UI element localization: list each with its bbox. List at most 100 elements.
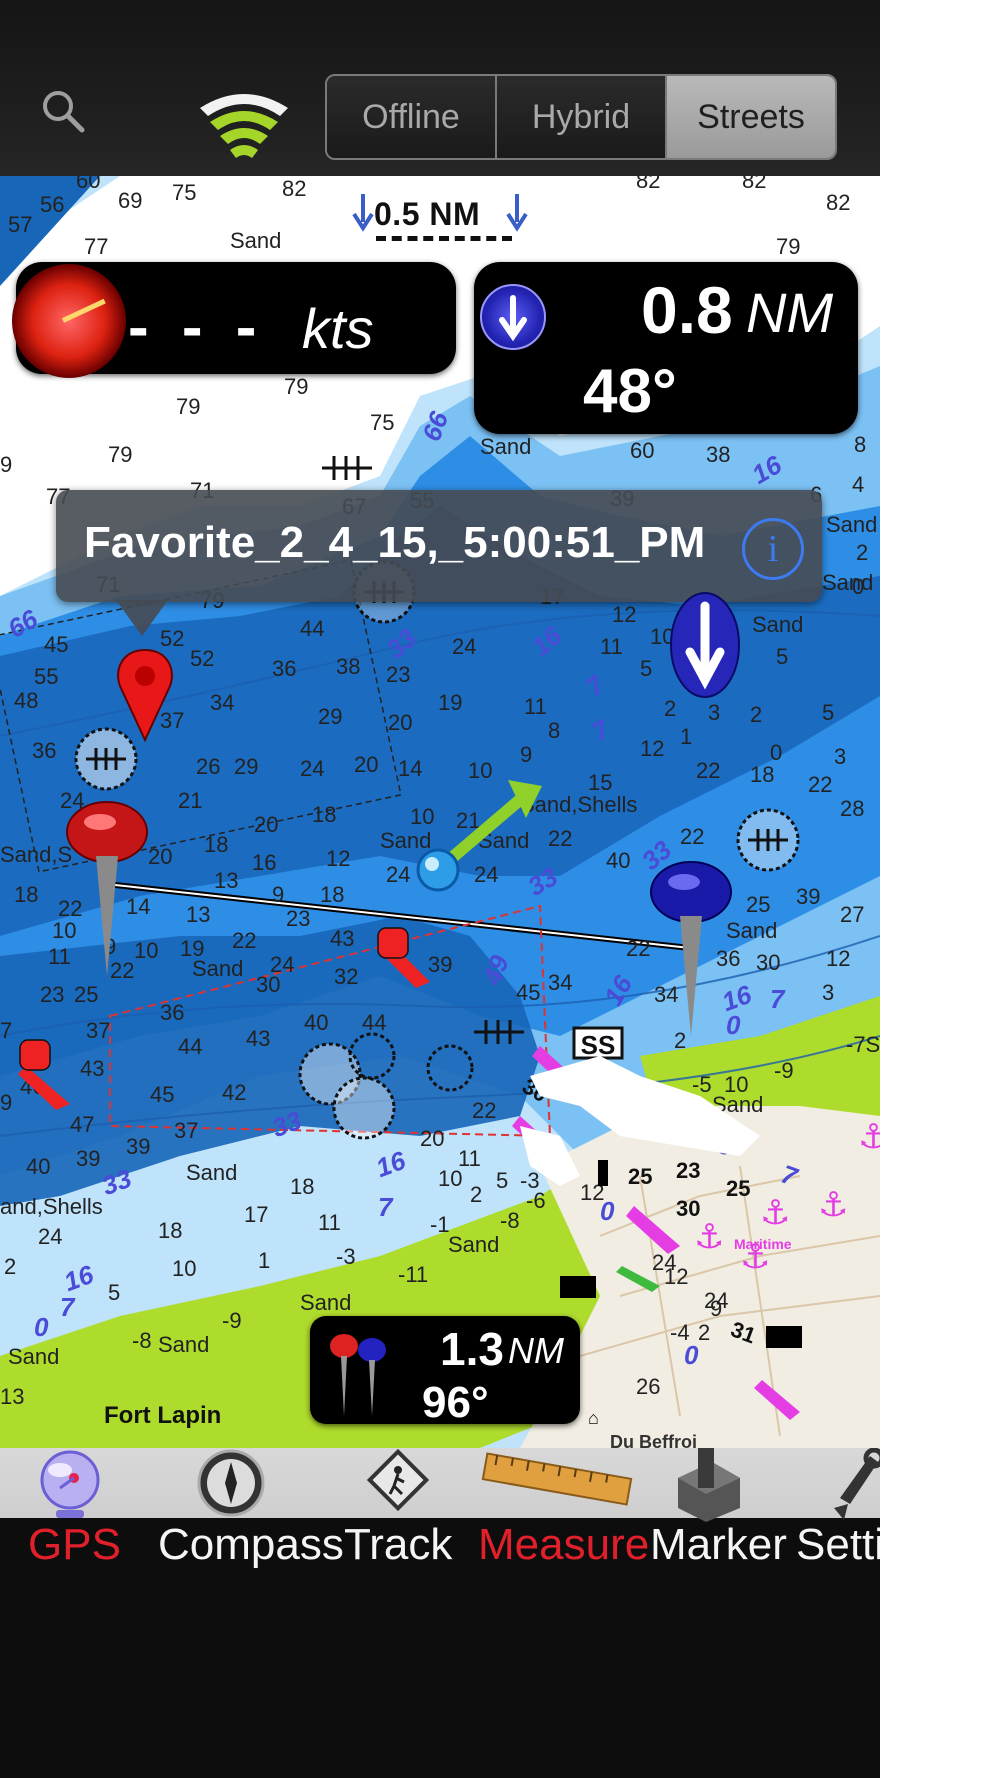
waypoint-distance-unit: NM bbox=[746, 281, 834, 344]
tab-track-label[interactable]: Track bbox=[344, 1520, 452, 1570]
ruler-icon bbox=[481, 1452, 633, 1506]
scale-left-arrow-icon bbox=[352, 194, 374, 232]
svg-text:22: 22 bbox=[808, 772, 832, 797]
speed-value: - - - bbox=[128, 293, 265, 362]
scale-right-arrow-icon bbox=[506, 194, 528, 232]
compass-icon bbox=[197, 1449, 265, 1517]
svg-text:-6: -6 bbox=[526, 1188, 546, 1213]
svg-text:79: 79 bbox=[108, 442, 132, 467]
svg-text:11: 11 bbox=[318, 1210, 341, 1235]
svg-text:-5: -5 bbox=[692, 1072, 712, 1097]
svg-text:0: 0 bbox=[34, 1312, 49, 1342]
svg-text:21: 21 bbox=[178, 788, 202, 813]
svg-text:Sand: Sand bbox=[158, 1332, 209, 1357]
svg-text:18: 18 bbox=[750, 762, 774, 787]
svg-text:9: 9 bbox=[0, 452, 12, 477]
speedometer-icon[interactable] bbox=[12, 264, 126, 378]
svg-text:28: 28 bbox=[840, 796, 864, 821]
svg-text:18: 18 bbox=[312, 802, 336, 827]
waypoint-direction-icon[interactable] bbox=[668, 590, 742, 700]
svg-text:26: 26 bbox=[636, 1374, 660, 1399]
svg-text:12: 12 bbox=[640, 736, 664, 761]
svg-text:13: 13 bbox=[0, 1384, 24, 1409]
signal-strength-icon bbox=[200, 94, 288, 158]
tab-measure-label[interactable]: Measure bbox=[478, 1520, 649, 1570]
map-mode-offline[interactable]: Offline bbox=[327, 76, 497, 158]
svg-text:48: 48 bbox=[14, 688, 38, 713]
measure-end-pin-icon[interactable] bbox=[648, 860, 734, 1040]
svg-text:25: 25 bbox=[628, 1164, 652, 1189]
svg-text:20: 20 bbox=[148, 844, 172, 869]
svg-text:3: 3 bbox=[834, 744, 846, 769]
svg-text:23: 23 bbox=[40, 982, 64, 1007]
svg-text:5: 5 bbox=[496, 1168, 508, 1193]
svg-text:0: 0 bbox=[600, 1196, 615, 1226]
tab-gps-label[interactable]: GPS bbox=[28, 1520, 121, 1570]
svg-text:82: 82 bbox=[282, 176, 306, 201]
measure-pins-icon bbox=[330, 1334, 386, 1416]
svg-text:18: 18 bbox=[14, 882, 38, 907]
svg-text:5: 5 bbox=[108, 1280, 120, 1305]
svg-text:40: 40 bbox=[606, 848, 630, 873]
measure-start-pin-icon[interactable] bbox=[64, 800, 150, 980]
svg-text:Sand: Sand bbox=[826, 512, 877, 537]
favorite-pin-icon[interactable] bbox=[110, 648, 180, 748]
svg-text:12: 12 bbox=[326, 846, 350, 871]
svg-text:34: 34 bbox=[548, 970, 572, 995]
vessel-position-icon[interactable] bbox=[414, 778, 544, 894]
track-sign-icon bbox=[366, 1448, 430, 1512]
svg-text:82: 82 bbox=[636, 176, 660, 193]
svg-text:69: 69 bbox=[118, 188, 142, 213]
waypoint-bearing: 48° bbox=[583, 357, 677, 426]
svg-text:13: 13 bbox=[186, 902, 210, 927]
svg-text:36: 36 bbox=[272, 656, 296, 681]
map-mode-streets[interactable]: Streets bbox=[667, 76, 835, 158]
waypoint-arrow-icon[interactable] bbox=[480, 284, 546, 350]
svg-text:20: 20 bbox=[420, 1126, 444, 1151]
svg-text:60: 60 bbox=[76, 176, 100, 193]
svg-text:-9: -9 bbox=[774, 1058, 794, 1083]
svg-text:75: 75 bbox=[370, 410, 394, 435]
svg-text:13: 13 bbox=[214, 868, 238, 893]
svg-text:1: 1 bbox=[680, 724, 692, 749]
svg-text:39: 39 bbox=[796, 884, 820, 909]
gps-globe-icon bbox=[40, 1450, 100, 1518]
svg-text:2: 2 bbox=[750, 702, 762, 727]
svg-text:9: 9 bbox=[0, 1090, 12, 1115]
svg-text:44: 44 bbox=[362, 1010, 386, 1035]
svg-text:45: 45 bbox=[44, 632, 68, 657]
svg-text:-8: -8 bbox=[500, 1208, 520, 1233]
info-button[interactable]: i bbox=[742, 518, 804, 580]
svg-text:11: 11 bbox=[600, 634, 623, 659]
svg-text:7: 7 bbox=[770, 984, 786, 1014]
svg-text:42: 42 bbox=[222, 1080, 246, 1105]
place-label-fort-lapin: Fort Lapin bbox=[104, 1402, 222, 1429]
map-mode-hybrid[interactable]: Hybrid bbox=[497, 76, 667, 158]
waypoint-distance-value: 0.8 bbox=[641, 273, 733, 347]
svg-text:20: 20 bbox=[254, 812, 278, 837]
marker-ss-label: SS bbox=[580, 1030, 616, 1060]
svg-text:5: 5 bbox=[640, 656, 652, 681]
svg-text:30: 30 bbox=[756, 950, 780, 975]
svg-text:25: 25 bbox=[726, 1176, 750, 1201]
svg-text:2: 2 bbox=[698, 1320, 710, 1345]
app-screen: Offline Hybrid Streets 60 56 69 75 82 57… bbox=[0, 0, 1000, 1778]
svg-text:Sand: Sand bbox=[448, 1232, 499, 1257]
svg-text:22: 22 bbox=[696, 758, 720, 783]
svg-text:Sand: Sand bbox=[822, 570, 873, 595]
svg-text:37: 37 bbox=[86, 1018, 110, 1043]
svg-text:22: 22 bbox=[626, 936, 650, 961]
svg-text:32: 32 bbox=[334, 964, 358, 989]
svg-text:-9: -9 bbox=[222, 1308, 242, 1333]
tab-settings-label[interactable]: Setti bbox=[796, 1520, 880, 1570]
svg-text:18: 18 bbox=[320, 882, 344, 907]
svg-text:79: 79 bbox=[176, 394, 200, 419]
callout-pointer bbox=[116, 600, 168, 636]
svg-text:24: 24 bbox=[452, 634, 476, 659]
search-icon[interactable] bbox=[40, 88, 86, 134]
svg-text:18: 18 bbox=[204, 832, 228, 857]
svg-text:-11: -11 bbox=[398, 1262, 428, 1287]
svg-text:79: 79 bbox=[776, 234, 800, 259]
tab-compass-label[interactable]: Compass bbox=[158, 1520, 344, 1570]
tab-marker-label[interactable]: Marker bbox=[650, 1520, 787, 1570]
